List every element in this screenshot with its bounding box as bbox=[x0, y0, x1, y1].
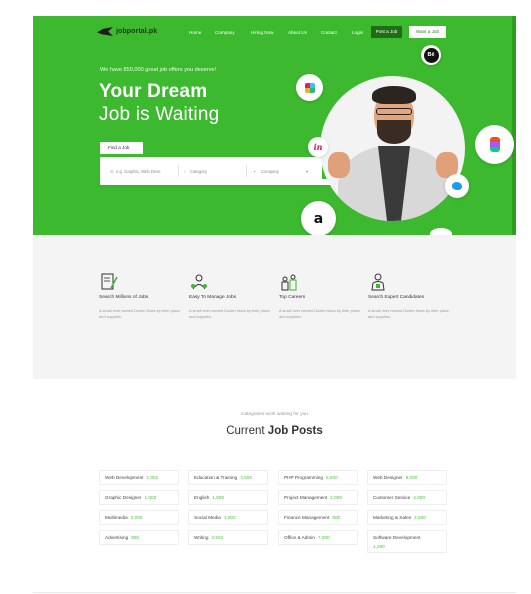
category-item[interactable]: Project Management 2,000 bbox=[278, 490, 358, 505]
feature-item: Search Millions of Jobs A small river na… bbox=[99, 272, 183, 320]
nav-login[interactable]: Login bbox=[352, 30, 363, 35]
hero-person-image bbox=[320, 76, 465, 221]
post-job-button[interactable]: Post a Job bbox=[371, 26, 402, 38]
category-item[interactable]: Office & Admin 7,000 bbox=[278, 530, 358, 545]
search-divider bbox=[246, 165, 247, 177]
feature-item: Search Expert Candidates A small river n… bbox=[368, 272, 452, 320]
feature-desc: A small river named Duden flows by their… bbox=[99, 308, 180, 320]
category-item[interactable]: English 1,500 bbox=[188, 490, 268, 505]
pin-icon: ⊙ bbox=[110, 169, 114, 174]
team-manage-icon bbox=[189, 272, 209, 292]
hero-title-light: Job is Waiting bbox=[99, 104, 220, 125]
category-select[interactable]: Category bbox=[190, 167, 240, 176]
behance-icon: Bē bbox=[421, 45, 441, 65]
logo[interactable]: jobportal.pk bbox=[97, 27, 157, 36]
nav-about-us[interactable]: About Us bbox=[288, 30, 307, 35]
feature-title: Search Millions of Jobs bbox=[99, 295, 149, 300]
chevron-down-icon: ▾ bbox=[306, 169, 309, 174]
invision-icon: in bbox=[308, 137, 328, 157]
twitter-icon bbox=[445, 174, 469, 198]
feature-item: Top Careers A small river named Duden fl… bbox=[279, 272, 363, 320]
career-people-icon bbox=[279, 272, 299, 292]
category-item[interactable]: Education & Training 3,500 bbox=[188, 470, 268, 485]
feature-desc: A small river named Duden flows by their… bbox=[189, 308, 270, 320]
document-pen-icon bbox=[99, 272, 119, 292]
search-divider bbox=[178, 165, 179, 177]
hero-title-bold: Your Dream bbox=[99, 81, 208, 102]
category-item[interactable]: Writing 2,532 bbox=[188, 530, 268, 545]
want-job-button[interactable]: Want a Job bbox=[409, 26, 446, 38]
categories-subtitle: Categories work waiting for you bbox=[241, 412, 308, 417]
category-item[interactable]: Customer Service 4,000 bbox=[367, 490, 447, 505]
briefcase-icon: ▪ bbox=[254, 169, 256, 174]
page: jobportal.pk Home Company Hiring Now Abo… bbox=[33, 16, 516, 594]
category-item[interactable]: Marketing & Sales 3,500 bbox=[367, 510, 447, 525]
category-item[interactable]: Social Media 1,002 bbox=[188, 510, 268, 525]
bird-logo-icon bbox=[97, 27, 113, 36]
category-item[interactable]: Multimedia 2,000 bbox=[99, 510, 179, 525]
find-job-tab[interactable]: Find a Job bbox=[100, 142, 143, 154]
categories-title: Current Job Posts bbox=[226, 425, 323, 437]
feature-title: Easy To Manage Jobs bbox=[189, 295, 237, 300]
feature-desc: A small river named Duden flows by their… bbox=[279, 308, 360, 320]
logo-text: jobportal.pk bbox=[116, 28, 158, 35]
category-item[interactable]: Graphic Designer 1,002 bbox=[99, 490, 179, 505]
hero-section: jobportal.pk Home Company Hiring Now Abo… bbox=[33, 16, 516, 235]
feature-item: Easy To Manage Jobs A small river named … bbox=[189, 272, 273, 320]
hero-tagline: We have 850,000 great job offers you des… bbox=[100, 67, 217, 73]
feature-desc: A small river named Duden flows by their… bbox=[368, 308, 449, 320]
expert-person-icon bbox=[368, 272, 388, 292]
hero-edge bbox=[512, 16, 516, 235]
category-item[interactable]: Software Development 1,290 bbox=[367, 530, 447, 553]
category-item[interactable]: Advertising 800 bbox=[99, 530, 179, 545]
footer-divider bbox=[33, 592, 516, 593]
thumbs-up-left bbox=[328, 152, 350, 178]
nav-hiring-now[interactable]: Hiring Now bbox=[251, 30, 273, 35]
nav-home[interactable]: Home bbox=[189, 30, 201, 35]
nav-contact[interactable]: Contact bbox=[321, 30, 337, 35]
category-item[interactable]: Web Designer 8,000 bbox=[367, 470, 447, 485]
amazon-icon: a bbox=[301, 201, 336, 235]
slack-icon bbox=[296, 74, 323, 101]
partial-logo-icon bbox=[430, 228, 452, 235]
nav-company[interactable]: Company bbox=[215, 30, 235, 35]
company-select[interactable]: Company bbox=[261, 167, 301, 176]
grid-icon: ▫ bbox=[184, 169, 186, 174]
figma-icon bbox=[475, 125, 514, 164]
category-item[interactable]: Web Development 1,002 bbox=[99, 470, 179, 485]
feature-title: Search Expert Candidates bbox=[368, 295, 424, 300]
category-item[interactable]: PHP Programming 5,500 bbox=[278, 470, 358, 485]
feature-title: Top Careers bbox=[279, 295, 306, 300]
category-item[interactable]: Finance Management 800 bbox=[278, 510, 358, 525]
features-section: Search Millions of Jobs A small river na… bbox=[33, 235, 516, 379]
keyword-input[interactable]: e.g. Garphic, Web Deve bbox=[116, 167, 176, 176]
